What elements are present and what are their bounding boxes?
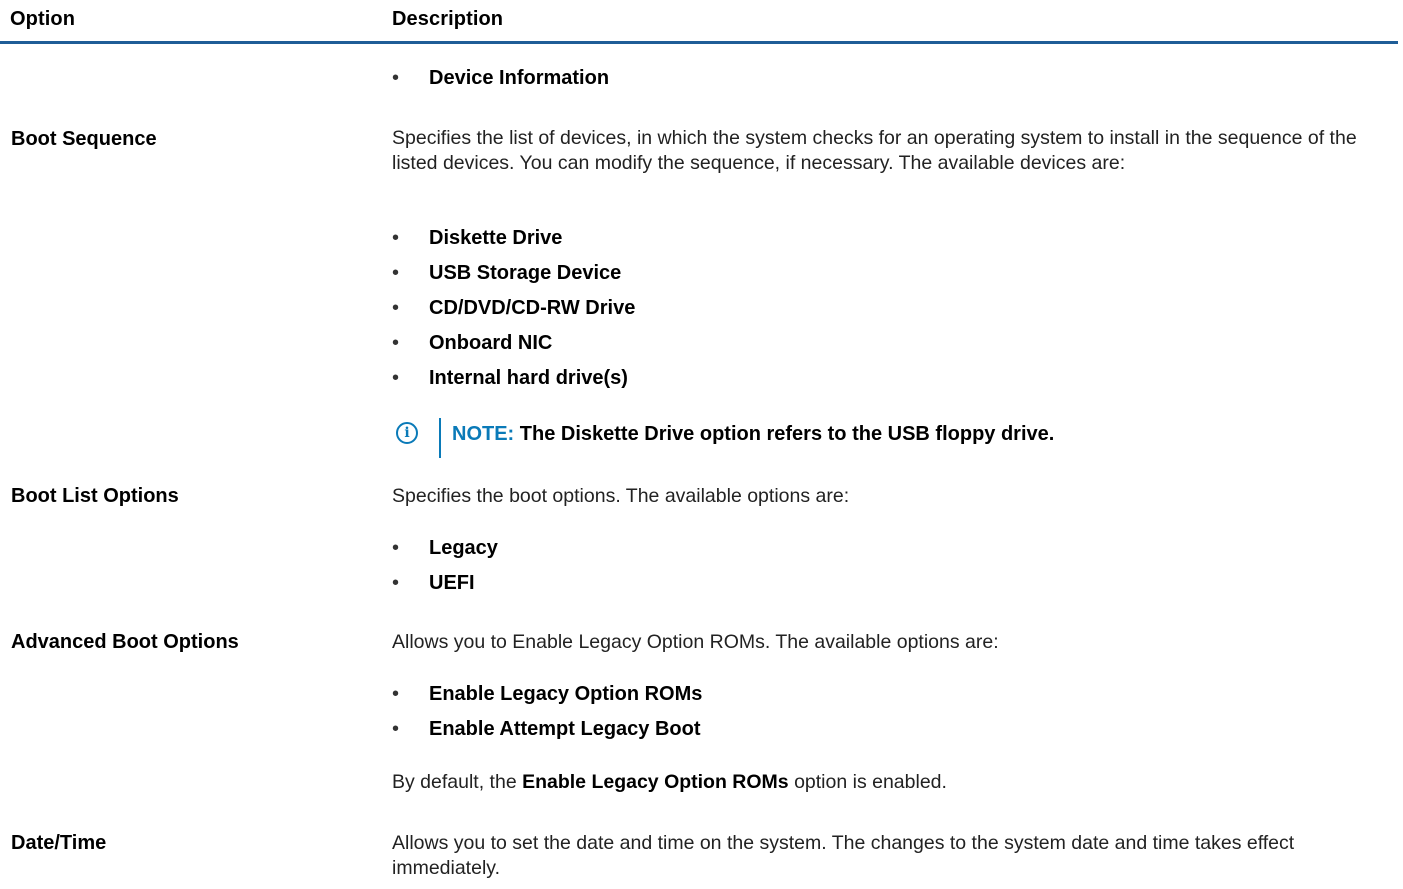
option-name-date-time: Date/Time xyxy=(11,832,107,854)
note-text: NOTE: The Diskette Drive option refers t… xyxy=(452,423,1054,446)
bullet-icon: • xyxy=(392,262,400,284)
option-name-advanced-boot-options: Advanced Boot Options xyxy=(11,631,239,653)
bullet-icon: • xyxy=(392,572,400,594)
info-circle-icon: i xyxy=(396,422,418,444)
table-header: Option Description xyxy=(0,0,1398,44)
description-boot-sequence: Specifies the list of devices, in which … xyxy=(392,127,1357,174)
column-header-option: Option xyxy=(10,8,76,30)
note-divider xyxy=(439,418,441,458)
bullet-icon: • xyxy=(392,683,400,705)
note-body: The Diskette Drive option refers to the … xyxy=(519,423,1055,445)
options-table: Option Description • Device Information … xyxy=(0,0,1403,889)
note-label: NOTE: xyxy=(452,423,515,445)
description-advanced-boot-options: Allows you to Enable Legacy Option ROMs.… xyxy=(392,631,999,653)
bullet-icon: • xyxy=(392,367,400,389)
bullet-icon: • xyxy=(392,227,400,249)
description-date-time: Allows you to set the date and time on t… xyxy=(392,832,1295,879)
option-name-boot-sequence: Boot Sequence xyxy=(11,128,157,150)
bullet-icon: • xyxy=(392,537,400,559)
default-note-advanced-boot-options: By default, the Enable Legacy Option ROM… xyxy=(392,771,947,793)
default-option-name: Enable Legacy Option ROMs xyxy=(522,771,789,793)
column-header-description: Description xyxy=(392,8,504,30)
bullet-icon: • xyxy=(392,718,400,740)
bullet-icon: • xyxy=(392,332,400,354)
bullet-icon: • xyxy=(392,297,400,319)
bullet-icon: • xyxy=(392,67,400,89)
option-name-boot-list-options: Boot List Options xyxy=(11,485,179,507)
description-boot-list-options: Specifies the boot options. The availabl… xyxy=(392,485,850,507)
